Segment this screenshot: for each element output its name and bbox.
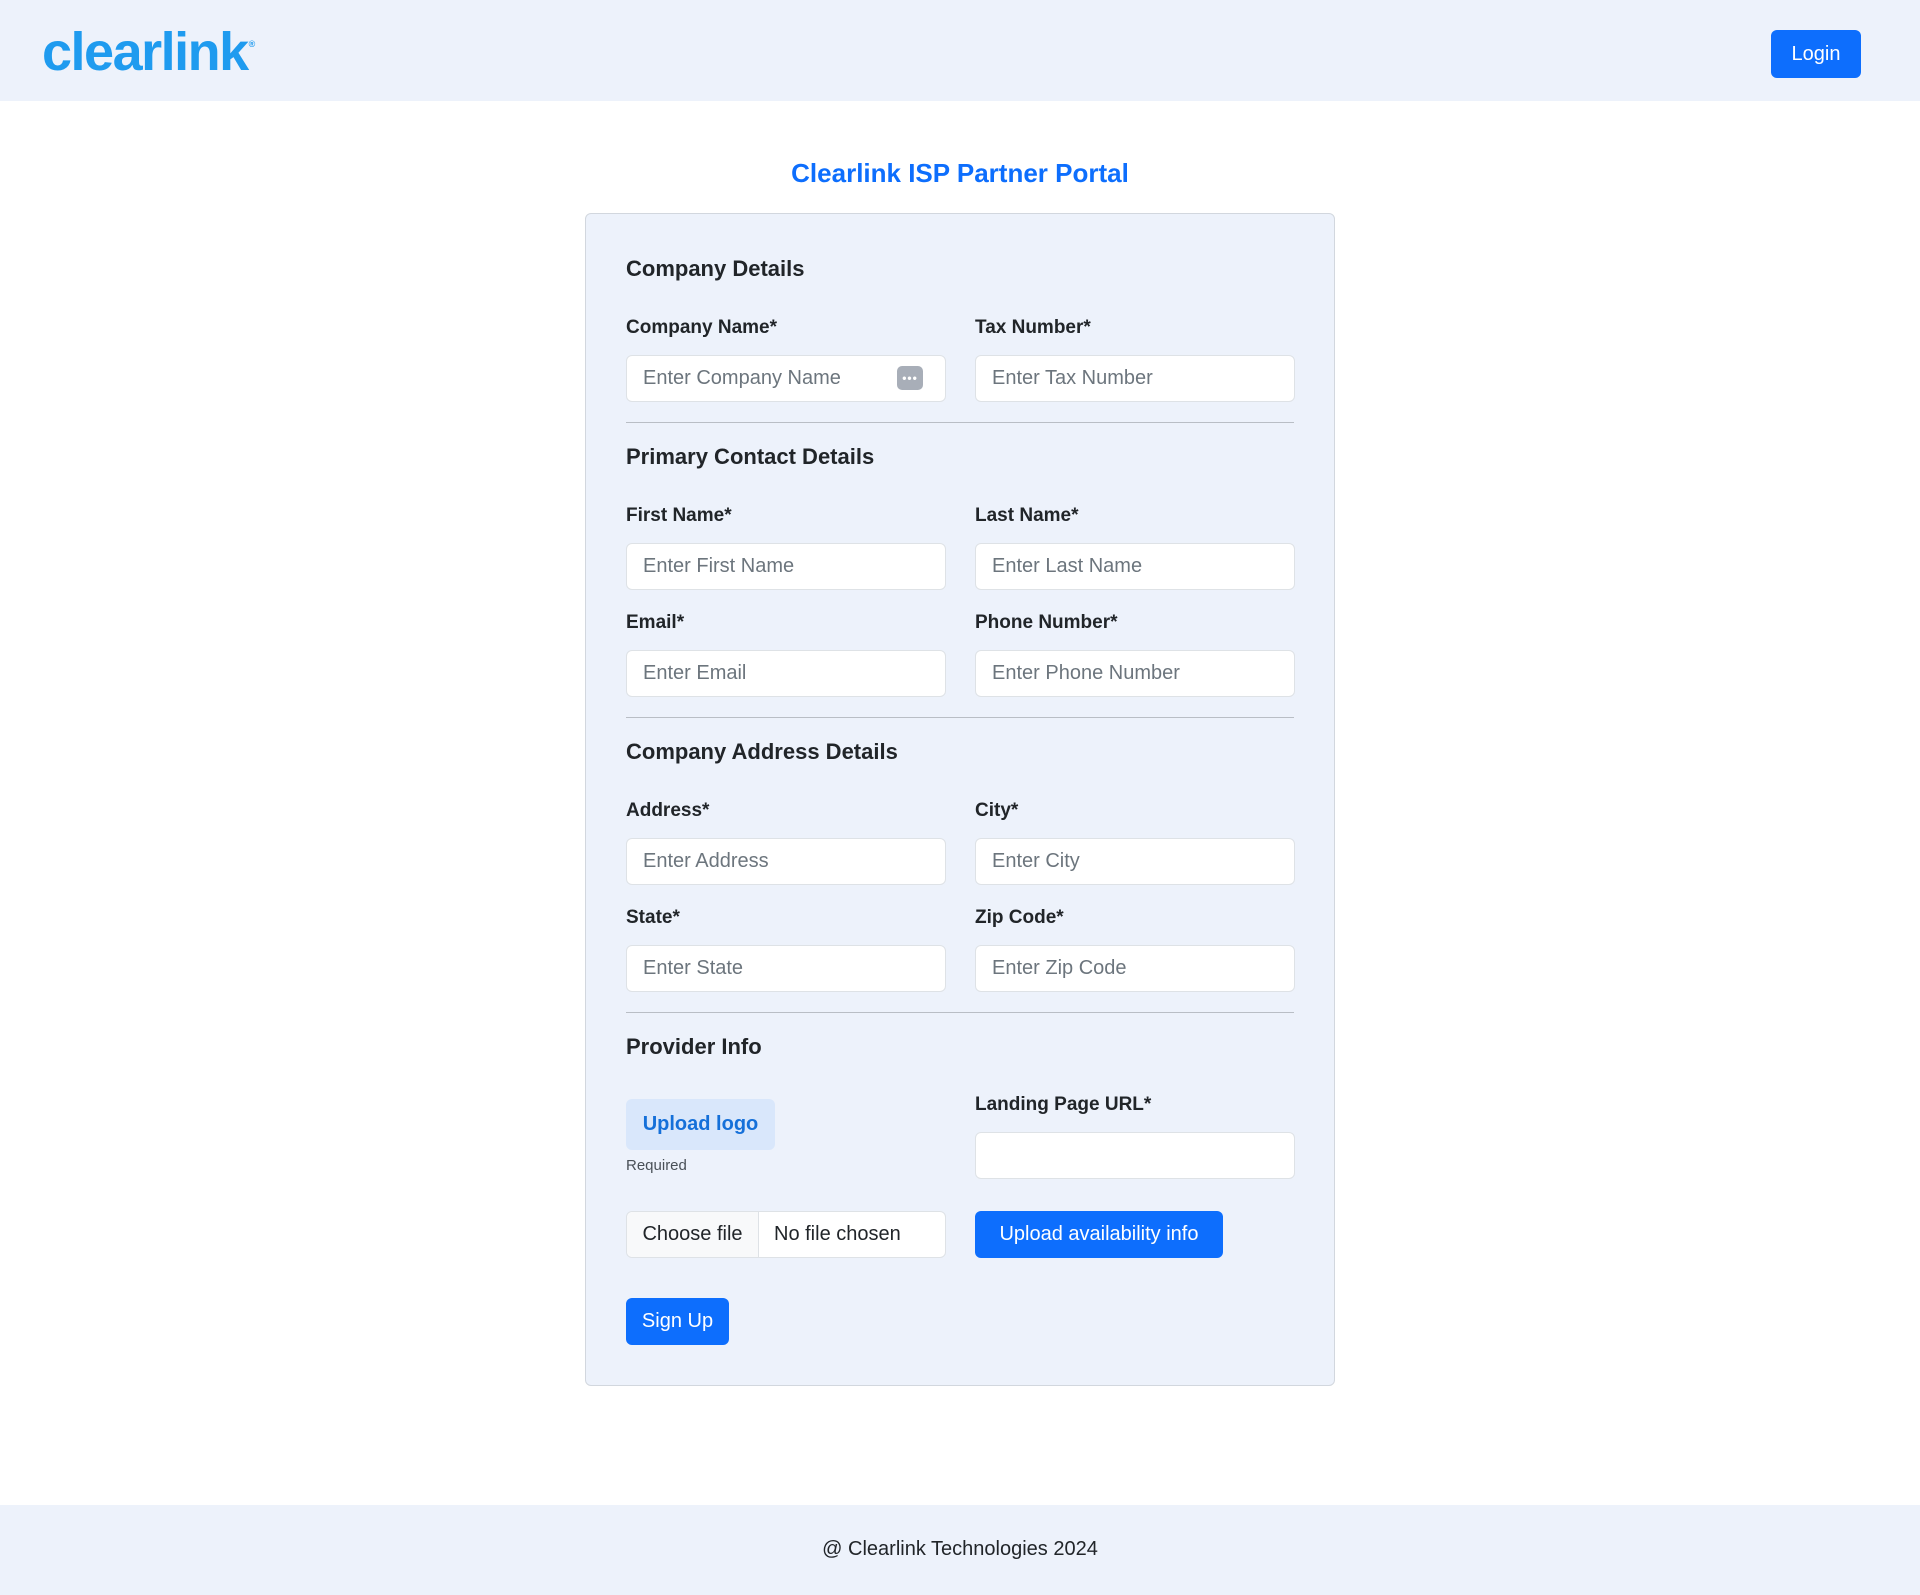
file-input[interactable]: Choose file No file chosen bbox=[626, 1211, 946, 1258]
section-divider bbox=[626, 1012, 1294, 1013]
city-input[interactable] bbox=[975, 838, 1295, 885]
choose-file-button[interactable]: Choose file bbox=[627, 1212, 759, 1257]
signup-form-card: Company Details Company Name* ••• Tax Nu… bbox=[585, 213, 1335, 1386]
address-details-heading: Company Address Details bbox=[626, 739, 898, 764]
phone-number-label: Phone Number* bbox=[975, 612, 1118, 633]
provider-info-heading: Provider Info bbox=[626, 1034, 762, 1059]
footer: @ Clearlink Technologies 2024 bbox=[0, 1505, 1920, 1595]
clearlink-logo[interactable]: clearlink® bbox=[42, 22, 255, 82]
logo-text: clearlink bbox=[42, 22, 249, 82]
header: clearlink® Login bbox=[0, 0, 1920, 101]
landing-page-url-input[interactable] bbox=[975, 1132, 1295, 1179]
section-divider bbox=[626, 422, 1294, 423]
contact-details-heading: Primary Contact Details bbox=[626, 444, 875, 469]
first-name-input[interactable] bbox=[626, 543, 946, 590]
state-input[interactable] bbox=[626, 945, 946, 992]
phone-number-input[interactable] bbox=[975, 650, 1295, 697]
sign-up-button[interactable]: Sign Up bbox=[626, 1298, 729, 1345]
landing-page-url-label: Landing Page URL* bbox=[975, 1094, 1152, 1115]
upload-availability-button[interactable]: Upload availability info bbox=[975, 1211, 1223, 1258]
email-label: Email* bbox=[626, 612, 685, 633]
page-title: Clearlink ISP Partner Portal bbox=[791, 158, 1129, 188]
city-label: City* bbox=[975, 800, 1019, 821]
tax-number-label: Tax Number* bbox=[975, 317, 1091, 338]
email-input[interactable] bbox=[626, 650, 946, 697]
zip-code-input[interactable] bbox=[975, 945, 1295, 992]
address-label: Address* bbox=[626, 800, 710, 821]
company-details-heading: Company Details bbox=[626, 256, 805, 281]
password-manager-icon[interactable]: ••• bbox=[897, 366, 923, 390]
last-name-label: Last Name* bbox=[975, 505, 1079, 526]
upload-logo-required-note: Required bbox=[626, 1157, 687, 1174]
tax-number-input[interactable] bbox=[975, 355, 1295, 402]
state-label: State* bbox=[626, 907, 680, 928]
address-input[interactable] bbox=[626, 838, 946, 885]
last-name-input[interactable] bbox=[975, 543, 1295, 590]
file-status: No file chosen bbox=[774, 1223, 901, 1245]
first-name-label: First Name* bbox=[626, 505, 732, 526]
section-divider bbox=[626, 717, 1294, 718]
company-name-label: Company Name* bbox=[626, 317, 777, 338]
upload-logo-button[interactable]: Upload logo bbox=[626, 1099, 775, 1150]
registered-mark: ® bbox=[248, 39, 256, 49]
zip-code-label: Zip Code* bbox=[975, 907, 1064, 928]
footer-copyright: @ Clearlink Technologies 2024 bbox=[822, 1538, 1098, 1560]
login-button[interactable]: Login bbox=[1771, 30, 1861, 78]
